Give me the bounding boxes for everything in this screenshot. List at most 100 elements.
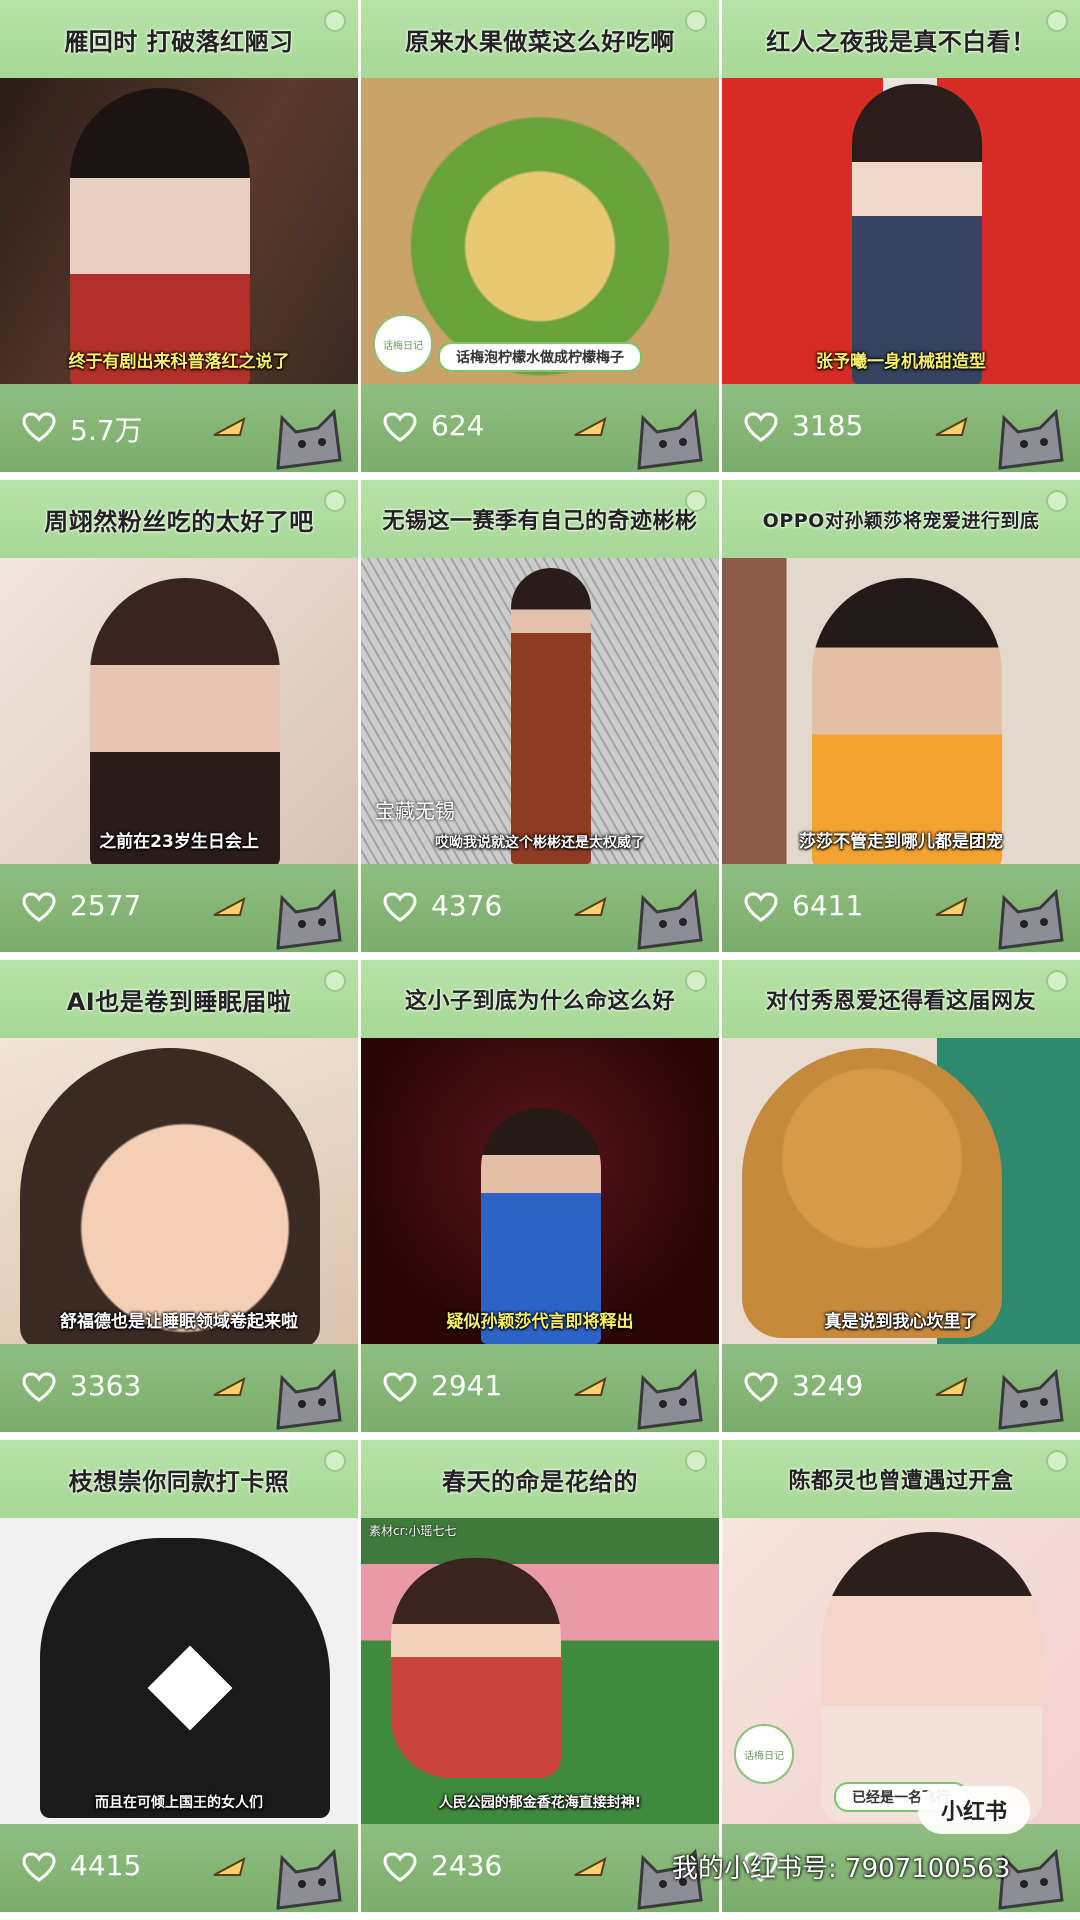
play-icon xyxy=(935,1377,968,1396)
card-thumbnail[interactable]: 终于有剧出来科普落红之说了 xyxy=(0,78,358,384)
card-thumbnail[interactable]: 而且在可倾上国王的女人们 xyxy=(0,1518,358,1824)
card-footer: 2577 xyxy=(0,864,358,952)
feed-card[interactable]: 雁回时 打破落红陋习 终于有剧出来科普落红之说了 5.7万 xyxy=(0,0,358,472)
thumbnail-figure xyxy=(20,1048,320,1344)
heart-icon[interactable] xyxy=(383,412,417,442)
corner-dot-icon xyxy=(324,490,346,512)
feed-grid: 雁回时 打破落红陋习 终于有剧出来科普落红之说了 5.7万 原来水果做菜这么好吃… xyxy=(0,0,1080,1920)
like-count: 2436 xyxy=(431,1849,503,1882)
corner-dot-icon xyxy=(1046,970,1068,992)
feed-card[interactable]: 红人之夜我是真不白看！ 张予曦一身机械甜造型 3185 xyxy=(722,0,1080,472)
cat-mascot-icon xyxy=(998,888,1064,950)
card-footer: 3249 xyxy=(722,1344,1080,1432)
cat-mascot-icon xyxy=(276,888,342,950)
card-title: 对付秀恩爱还得看这届网友 xyxy=(765,989,1036,1014)
corner-dot-icon xyxy=(685,490,707,512)
feed-card[interactable]: 这小子到底为什么命这么好 疑似孙颖莎代言即将释出 2941 xyxy=(361,960,719,1432)
card-thumbnail[interactable]: 话梅日记 话梅泡柠檬水做成柠檬梅子 xyxy=(361,78,719,384)
card-footer: 2436 xyxy=(361,1824,719,1912)
card-thumbnail[interactable]: 疑似孙颖莎代言即将释出 xyxy=(361,1038,719,1344)
thumbnail-subtitle: 疑似孙颖莎代言即将释出 xyxy=(446,1312,634,1332)
card-title-bar: 这小子到底为什么命这么好 xyxy=(361,960,719,1038)
thumbnail-subtitle: 终于有剧出来科普落红之说了 xyxy=(68,352,290,372)
feed-card[interactable]: 周翊然粉丝吃的太好了吧 之前在23岁生日会上 2577 xyxy=(0,480,358,952)
like-count: 2941 xyxy=(431,1369,503,1402)
thumbnail-subtitle: 莎莎不管走到哪儿都是团宠 xyxy=(799,832,1003,852)
card-title: 无锡这一赛季有自己的奇迹彬彬 xyxy=(382,509,698,534)
card-thumbnail[interactable]: 之前在23岁生日会上 xyxy=(0,558,358,864)
heart-icon[interactable] xyxy=(744,892,778,922)
thumbnail-figure xyxy=(822,1532,1042,1822)
card-thumbnail[interactable]: 素材cr:小瑶七七 人民公园的郁金香花海直接封神! xyxy=(361,1518,719,1824)
heart-icon[interactable] xyxy=(22,892,56,922)
feed-card[interactable]: 对付秀恩爱还得看这届网友 真是说到我心坎里了 3249 xyxy=(722,960,1080,1432)
feed-card[interactable]: 无锡这一赛季有自己的奇迹彬彬 宝藏无锡 哎呦我说就这个彬彬还是太权威了 4376 xyxy=(361,480,719,952)
cat-mascot-icon xyxy=(276,1848,342,1910)
thumbnail-subtitle: 话梅泡柠檬水做成柠檬梅子 xyxy=(438,342,642,372)
card-footer: 2941 xyxy=(361,1344,719,1432)
card-title-bar: 周翊然粉丝吃的太好了吧 xyxy=(0,480,358,558)
corner-dot-icon xyxy=(685,10,707,32)
card-title-bar: 对付秀恩爱还得看这届网友 xyxy=(722,960,1080,1038)
card-thumbnail[interactable]: 真是说到我心坎里了 xyxy=(722,1038,1080,1344)
card-footer: 6411 xyxy=(722,864,1080,952)
card-footer: 4415 xyxy=(0,1824,358,1912)
feed-card[interactable]: 枝想崇你同款打卡照 而且在可倾上国王的女人们 4415 xyxy=(0,1440,358,1912)
like-count: 4376 xyxy=(431,889,503,922)
card-title: 原来水果做菜这么好吃啊 xyxy=(405,27,675,56)
play-icon xyxy=(213,417,246,436)
play-icon xyxy=(574,417,607,436)
like-count: 624 xyxy=(431,409,485,442)
feed-card[interactable]: AI也是卷到睡眠届啦 舒福德也是让睡眠领域卷起来啦 3363 xyxy=(0,960,358,1432)
card-thumbnail[interactable]: 莎莎不管走到哪儿都是团宠 xyxy=(722,558,1080,864)
feed-card[interactable]: 陈都灵也曾遭遇过开盒 话梅日记 已经是一名飞行 xyxy=(722,1440,1080,1912)
thumbnail-figure xyxy=(70,88,250,384)
card-title: 雁回时 打破落红陋习 xyxy=(64,27,294,56)
cat-mascot-icon xyxy=(637,408,703,470)
thumbnail-figure xyxy=(391,1558,561,1778)
thumbnail-subtitle: 哎呦我说就这个彬彬还是太权威了 xyxy=(435,835,645,851)
heart-icon[interactable] xyxy=(22,412,56,442)
corner-dot-icon xyxy=(685,970,707,992)
thumbnail-source-text: 素材cr:小瑶七七 xyxy=(369,1524,457,1538)
card-thumbnail[interactable]: 宝藏无锡 哎呦我说就这个彬彬还是太权威了 xyxy=(361,558,719,864)
cat-mascot-icon xyxy=(276,1368,342,1430)
card-title-bar: 原来水果做菜这么好吃啊 xyxy=(361,0,719,78)
heart-icon[interactable] xyxy=(383,1852,417,1882)
play-icon xyxy=(574,897,607,916)
card-thumbnail[interactable]: 话梅日记 已经是一名飞行 xyxy=(722,1518,1080,1824)
corner-dot-icon xyxy=(1046,490,1068,512)
heart-icon[interactable] xyxy=(383,892,417,922)
card-title-bar: 春天的命是花给的 xyxy=(361,1440,719,1518)
feed-card[interactable]: 原来水果做菜这么好吃啊 话梅日记 话梅泡柠檬水做成柠檬梅子 624 xyxy=(361,0,719,472)
like-count: 5.7万 xyxy=(70,414,143,447)
heart-icon[interactable] xyxy=(744,412,778,442)
card-title-bar: AI也是卷到睡眠届啦 xyxy=(0,960,358,1038)
play-icon xyxy=(213,1857,246,1876)
feed-card[interactable]: 春天的命是花给的 素材cr:小瑶七七 人民公园的郁金香花海直接封神! 2436 xyxy=(361,1440,719,1912)
card-title-bar: 陈都灵也曾遭遇过开盒 xyxy=(722,1440,1080,1518)
card-footer: 5.7万 xyxy=(0,384,358,472)
thumbnail-subtitle: 舒福德也是让睡眠领域卷起来啦 xyxy=(60,1312,298,1332)
heart-icon[interactable] xyxy=(383,1372,417,1402)
cat-mascot-icon xyxy=(998,1368,1064,1430)
account-watermark: 我的小红书号: 7907100563 xyxy=(672,1854,1011,1884)
card-thumbnail[interactable]: 张予曦一身机械甜造型 xyxy=(722,78,1080,384)
card-footer: 3185 xyxy=(722,384,1080,472)
play-icon xyxy=(213,897,246,916)
heart-icon[interactable] xyxy=(22,1852,56,1882)
thumbnail-subtitle: 之前在23岁生日会上 xyxy=(99,832,259,852)
xiaohongshu-logo: 小红书 xyxy=(918,1786,1030,1834)
card-thumbnail[interactable]: 舒福德也是让睡眠领域卷起来啦 xyxy=(0,1038,358,1344)
card-title: 周翊然粉丝吃的太好了吧 xyxy=(44,507,314,536)
like-count: 2577 xyxy=(70,889,142,922)
thumbnail-subtitle: 而且在可倾上国王的女人们 xyxy=(95,1795,263,1811)
thumbnail-subtitle: 人民公园的郁金香花海直接封神! xyxy=(438,1795,642,1811)
heart-icon[interactable] xyxy=(22,1372,56,1402)
card-title: OPPO对孙颖莎将宠爱进行到底 xyxy=(762,509,1040,532)
heart-icon[interactable] xyxy=(744,1372,778,1402)
cat-mascot-icon xyxy=(637,888,703,950)
feed-card[interactable]: OPPO对孙颖莎将宠爱进行到底 莎莎不管走到哪儿都是团宠 6411 xyxy=(722,480,1080,952)
card-title: 春天的命是花给的 xyxy=(442,1467,638,1496)
thumbnail-figure xyxy=(852,84,982,384)
